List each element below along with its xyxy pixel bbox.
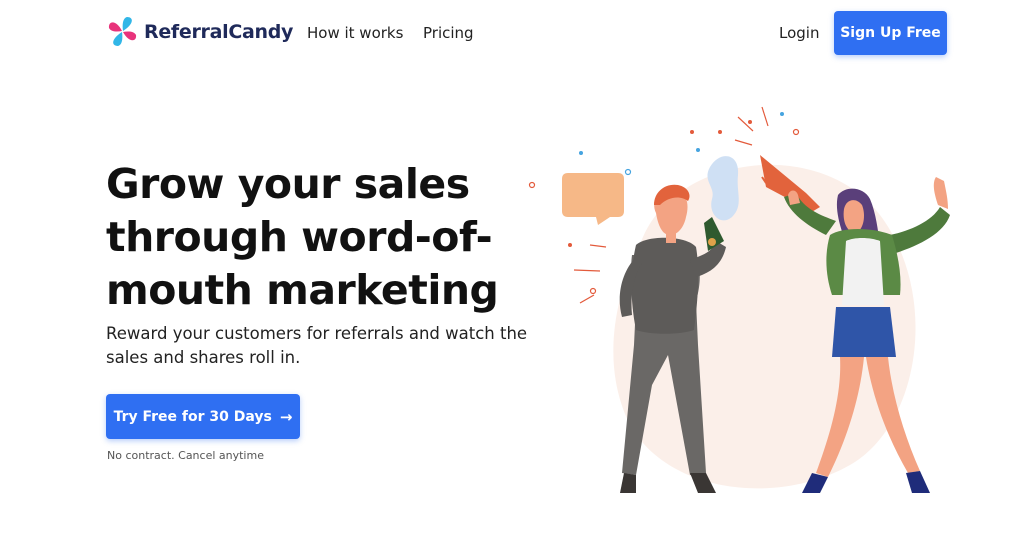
try-free-label: Try Free for 30 Days	[113, 408, 272, 425]
hero-subtitle: Reward your customers for referrals and …	[106, 324, 528, 367]
brand-logo[interactable]: ReferralCandy	[106, 15, 293, 48]
speech-bubble-icon	[562, 173, 624, 225]
nav-how-it-works[interactable]: How it works	[307, 24, 403, 42]
hero-illustration	[528, 106, 950, 493]
top-navigation: ReferralCandy How it works Pricing Login…	[0, 0, 1024, 66]
login-link[interactable]: Login	[779, 24, 819, 42]
brand-name: ReferralCandy	[144, 20, 294, 43]
nav-pricing[interactable]: Pricing	[423, 24, 474, 42]
hero-title: Grow your sales through word-of-mouth ma…	[106, 160, 499, 314]
sign-up-button[interactable]: Sign Up Free	[834, 11, 947, 55]
try-free-button[interactable]: Try Free for 30 Days →	[106, 394, 300, 439]
no-contract-note: No contract. Cancel anytime	[107, 449, 264, 462]
arrow-right-icon: →	[279, 407, 293, 426]
candy-logo-icon	[108, 17, 137, 46]
